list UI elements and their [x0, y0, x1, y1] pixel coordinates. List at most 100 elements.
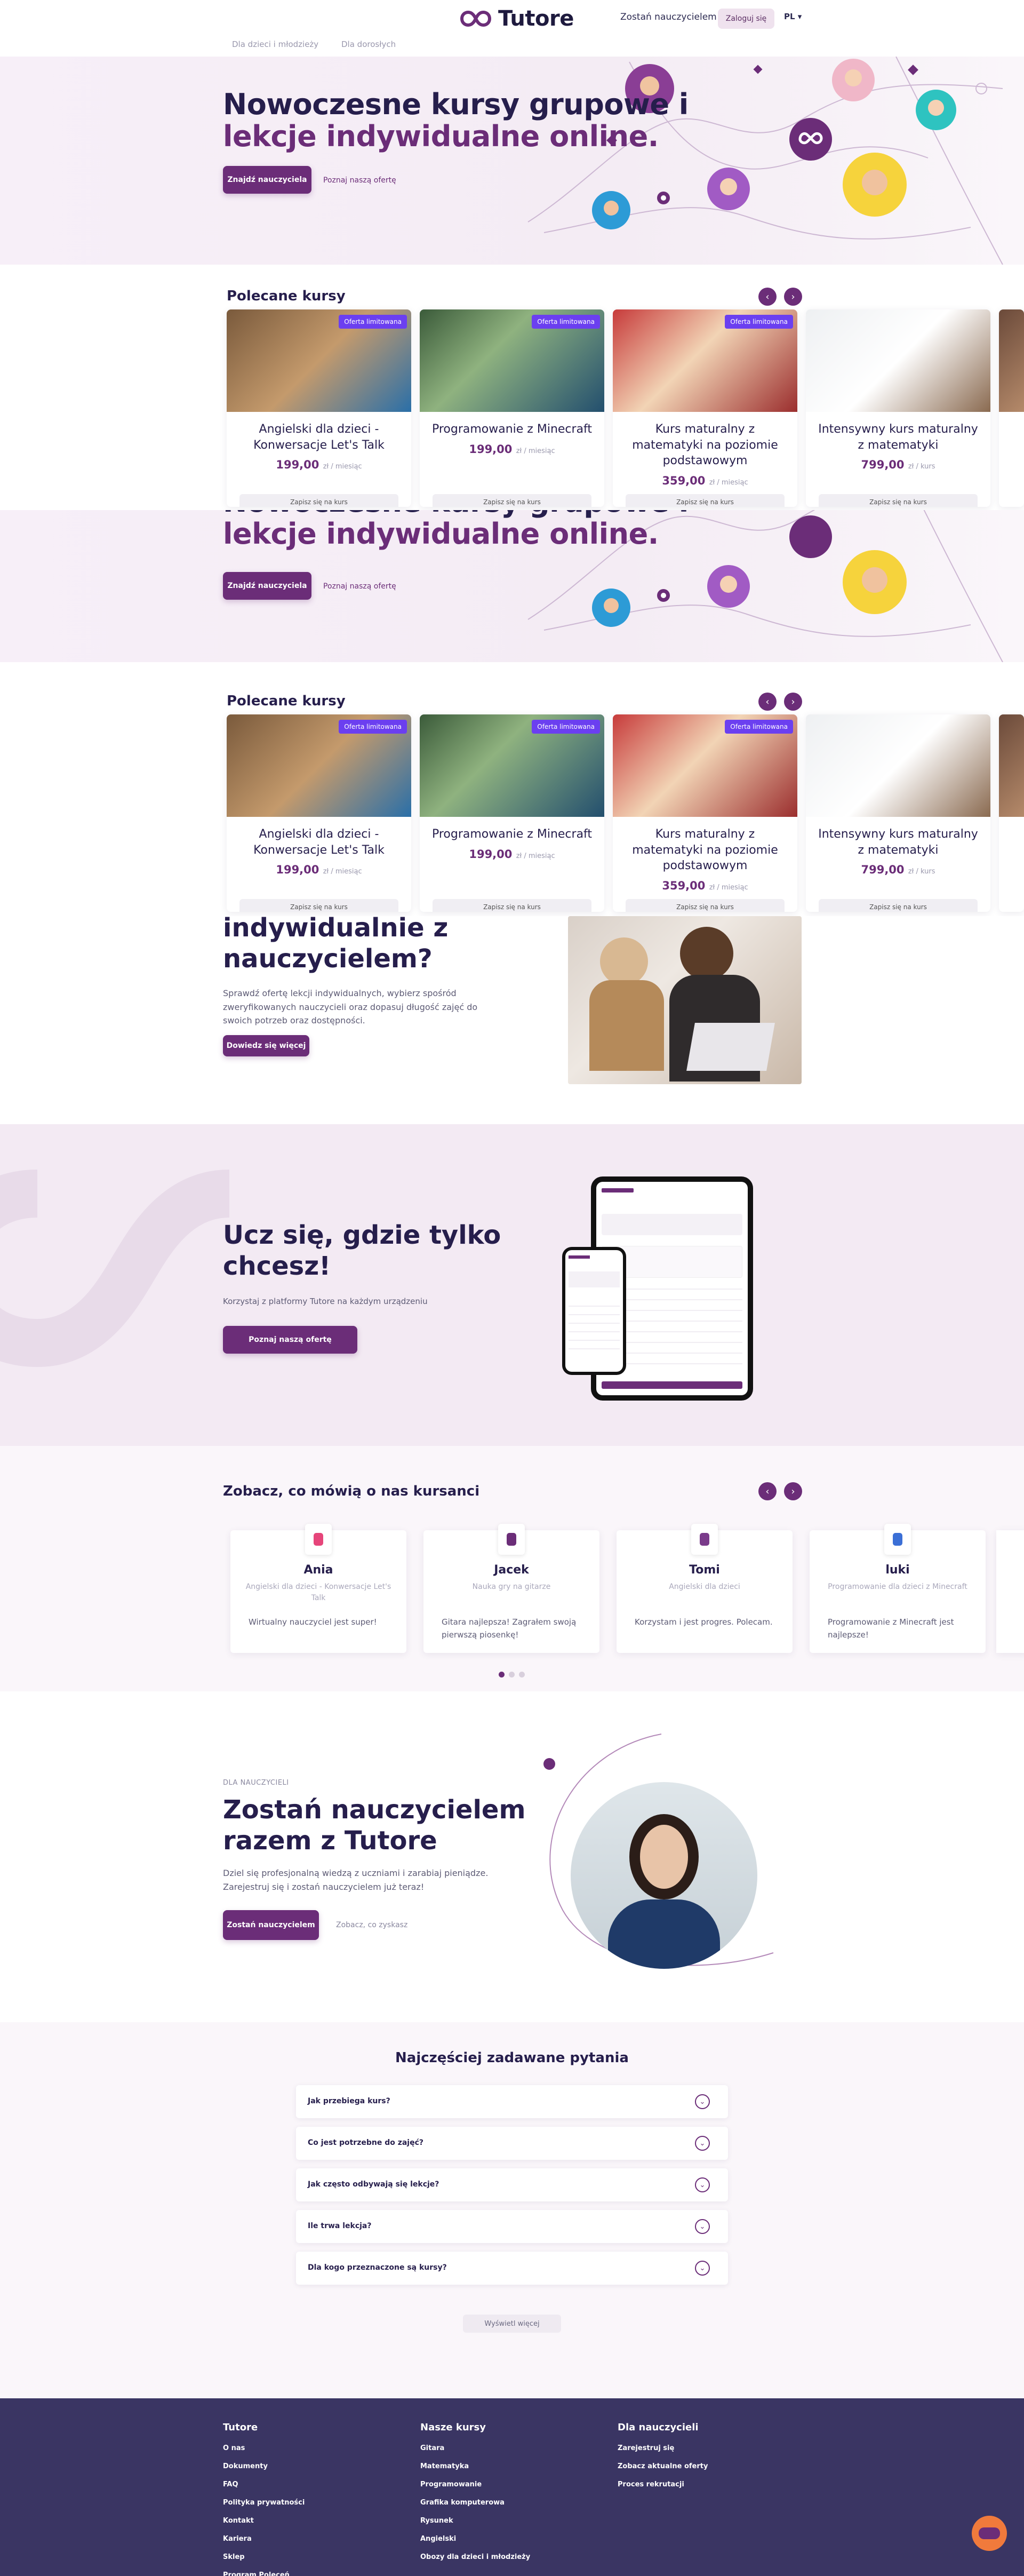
- testimonial-card-partial: [996, 1530, 1024, 1653]
- chat-bot-icon[interactable]: [972, 2516, 1007, 2551]
- testimonial-name: Tomi: [689, 1563, 720, 1577]
- footer-link[interactable]: Proces rekrutacji: [618, 2480, 684, 2488]
- become-teacher-link[interactable]: Zostań nauczycielem: [620, 12, 717, 22]
- course-price-unit: zł / kurs: [908, 463, 935, 471]
- hero-title: Nowoczesne kursy grupowe i lekcje indywi…: [223, 88, 689, 154]
- hero-section: Nowoczesne kursy grupowe i lekcje indywi…: [0, 57, 1024, 265]
- course-price-value: 359,00: [662, 879, 706, 893]
- find-teacher-button[interactable]: Znajdź nauczyciela: [223, 166, 311, 194]
- next-arrow-icon[interactable]: ›: [784, 1482, 802, 1500]
- course-card-partial[interactable]: [999, 309, 1024, 507]
- course-image: Oferta limitowana: [613, 714, 797, 817]
- faq-question: Dla kogo przeznaczone są kursy?: [308, 2263, 447, 2272]
- dot[interactable]: [519, 1672, 525, 1677]
- enroll-button[interactable]: Zapisz się na kurs: [239, 494, 398, 507]
- explore-offer-button[interactable]: Poznaj naszą ofertę: [223, 1326, 357, 1354]
- see-benefits-link[interactable]: Zobacz, co zyskasz: [336, 1921, 407, 1929]
- chevron-down-icon[interactable]: ⌄: [695, 2136, 710, 2151]
- individual-title-line2: nauczycielem?: [223, 943, 433, 974]
- faq-item[interactable]: Jak często odbywają się lekcje? ⌄: [296, 2168, 728, 2201]
- course-price-unit: zł / miesiąc: [323, 463, 362, 471]
- course-card[interactable]: Intensywny kurs maturalny z matematyki 7…: [806, 714, 990, 912]
- course-card[interactable]: Intensywny kurs maturalny z matematyki 7…: [806, 309, 990, 507]
- footer-link[interactable]: Obozy dla dzieci i młodzieży: [420, 2553, 530, 2561]
- footer-link[interactable]: Polityka prywatności: [223, 2499, 305, 2507]
- footer-link[interactable]: FAQ: [223, 2480, 238, 2488]
- enroll-button[interactable]: Zapisz się na kurs: [819, 494, 978, 507]
- subnav-adults[interactable]: Dla dorosłych: [341, 39, 396, 49]
- footer-link[interactable]: Matematyka: [420, 2462, 469, 2470]
- site-footer: Tutore Nasze kursy Dla nauczycieli O nas…: [0, 2398, 1024, 2576]
- footer-link[interactable]: Kontakt: [223, 2517, 254, 2525]
- chevron-down-icon[interactable]: ⌄: [695, 2261, 710, 2276]
- course-card-partial[interactable]: [999, 714, 1024, 912]
- dot-active[interactable]: [499, 1672, 505, 1677]
- avatar-icon: [305, 1524, 332, 1555]
- language-label: PL: [784, 12, 795, 21]
- footer-link[interactable]: Programowanie: [420, 2480, 482, 2488]
- learn-more-button[interactable]: Dowiedz się więcej: [223, 1035, 309, 1056]
- footer-link[interactable]: Zobacz aktualne oferty: [618, 2462, 708, 2470]
- show-more-button[interactable]: Wyświetl więcej: [463, 2315, 561, 2333]
- course-price: 199,00 zł / miesiąc: [227, 458, 411, 471]
- course-title: Kurs maturalny z matematyki na poziomie …: [632, 828, 778, 873]
- course-price: 359,00 zł / miesiąc: [613, 474, 797, 487]
- login-button[interactable]: Zaloguj się: [718, 9, 774, 29]
- become-teacher-button[interactable]: Zostań nauczycielem: [223, 1910, 319, 1940]
- chevron-down-icon[interactable]: ⌄: [695, 2219, 710, 2234]
- language-selector[interactable]: PL ▾: [784, 12, 802, 21]
- enroll-button[interactable]: Zapisz się na kurs: [239, 899, 398, 912]
- footer-link[interactable]: Grafika komputerowa: [420, 2499, 505, 2507]
- enroll-button[interactable]: Zapisz się na kurs: [433, 494, 591, 507]
- footer-link[interactable]: Rysunek: [420, 2517, 453, 2525]
- dot[interactable]: [509, 1672, 515, 1677]
- course-card[interactable]: Oferta limitowana Kurs maturalny z matem…: [613, 714, 797, 912]
- enroll-button[interactable]: Zapisz się na kurs: [819, 899, 978, 912]
- footer-link[interactable]: Gitara: [420, 2444, 444, 2452]
- prev-arrow-icon[interactable]: ‹: [758, 1482, 777, 1500]
- footer-link[interactable]: Angielski: [420, 2535, 456, 2543]
- next-arrow-icon[interactable]: ›: [784, 288, 802, 306]
- prev-arrow-icon[interactable]: ‹: [758, 288, 777, 306]
- course-card[interactable]: Oferta limitowana Angielski dla dzieci -…: [227, 714, 411, 912]
- course-card[interactable]: Oferta limitowana Programowanie z Minecr…: [420, 714, 604, 912]
- testimonial-card: Ania Angielski dla dzieci - Konwersacje …: [230, 1524, 406, 1653]
- subnav-kids[interactable]: Dla dzieci i młodzieży: [232, 39, 318, 49]
- limited-offer-badge: Oferta limitowana: [339, 720, 407, 734]
- faq-item[interactable]: Ile trwa lekcja? ⌄: [296, 2210, 728, 2243]
- faq-item[interactable]: Dla kogo przeznaczone są kursy? ⌄: [296, 2252, 728, 2285]
- footer-link[interactable]: Program Poleceń: [223, 2571, 290, 2576]
- course-card[interactable]: Oferta limitowana Kurs maturalny z matem…: [613, 309, 797, 507]
- prev-arrow-icon[interactable]: ‹: [758, 693, 777, 711]
- enroll-button[interactable]: Zapisz się na kurs: [626, 494, 785, 507]
- logo[interactable]: Tutore: [459, 6, 574, 31]
- course-price-unit: zł / miesiąc: [709, 884, 748, 892]
- hero-title-line2: lekcje indywidualne online.: [223, 120, 659, 154]
- hero-title: Nowoczesne kursy grupowe i lekcje indywi…: [223, 510, 689, 551]
- chevron-down-icon[interactable]: ⌄: [695, 2177, 710, 2192]
- course-title: Intensywny kurs maturalny z matematyki: [818, 828, 978, 857]
- hero-section-repeat: Nowoczesne kursy grupowe i lekcje indywi…: [0, 510, 1024, 662]
- footer-link[interactable]: O nas: [223, 2444, 245, 2452]
- faq-item[interactable]: Jak przebiega kurs? ⌄: [296, 2085, 728, 2118]
- limited-offer-badge: Oferta limitowana: [725, 720, 793, 734]
- footer-link[interactable]: Kariera: [223, 2535, 252, 2543]
- enroll-button[interactable]: Zapisz się na kurs: [433, 899, 591, 912]
- explore-offer-link[interactable]: Poznaj naszą ofertę: [323, 582, 396, 591]
- course-card[interactable]: Oferta limitowana Angielski dla dzieci -…: [227, 309, 411, 507]
- course-price-value: 199,00: [276, 863, 319, 877]
- testimonial-name: Jacek: [494, 1563, 529, 1577]
- explore-offer-link[interactable]: Poznaj naszą ofertę: [323, 176, 396, 185]
- course-price-value: 199,00: [469, 847, 513, 861]
- course-card[interactable]: Oferta limitowana Programowanie z Minecr…: [420, 309, 604, 507]
- testimonial-name: Ania: [303, 1563, 333, 1577]
- next-arrow-icon[interactable]: ›: [784, 693, 802, 711]
- chevron-down-icon[interactable]: ⌄: [695, 2094, 710, 2109]
- enroll-button[interactable]: Zapisz się na kurs: [626, 899, 785, 912]
- footer-link[interactable]: Zarejestruj się: [618, 2444, 674, 2452]
- faq-item[interactable]: Co jest potrzebne do zajęć? ⌄: [296, 2127, 728, 2160]
- find-teacher-button[interactable]: Znajdź nauczyciela: [223, 572, 311, 600]
- footer-link[interactable]: Dokumenty: [223, 2462, 268, 2470]
- footer-link[interactable]: Sklep: [223, 2553, 245, 2561]
- course-title: Kurs maturalny z matematyki na poziomie …: [632, 423, 778, 468]
